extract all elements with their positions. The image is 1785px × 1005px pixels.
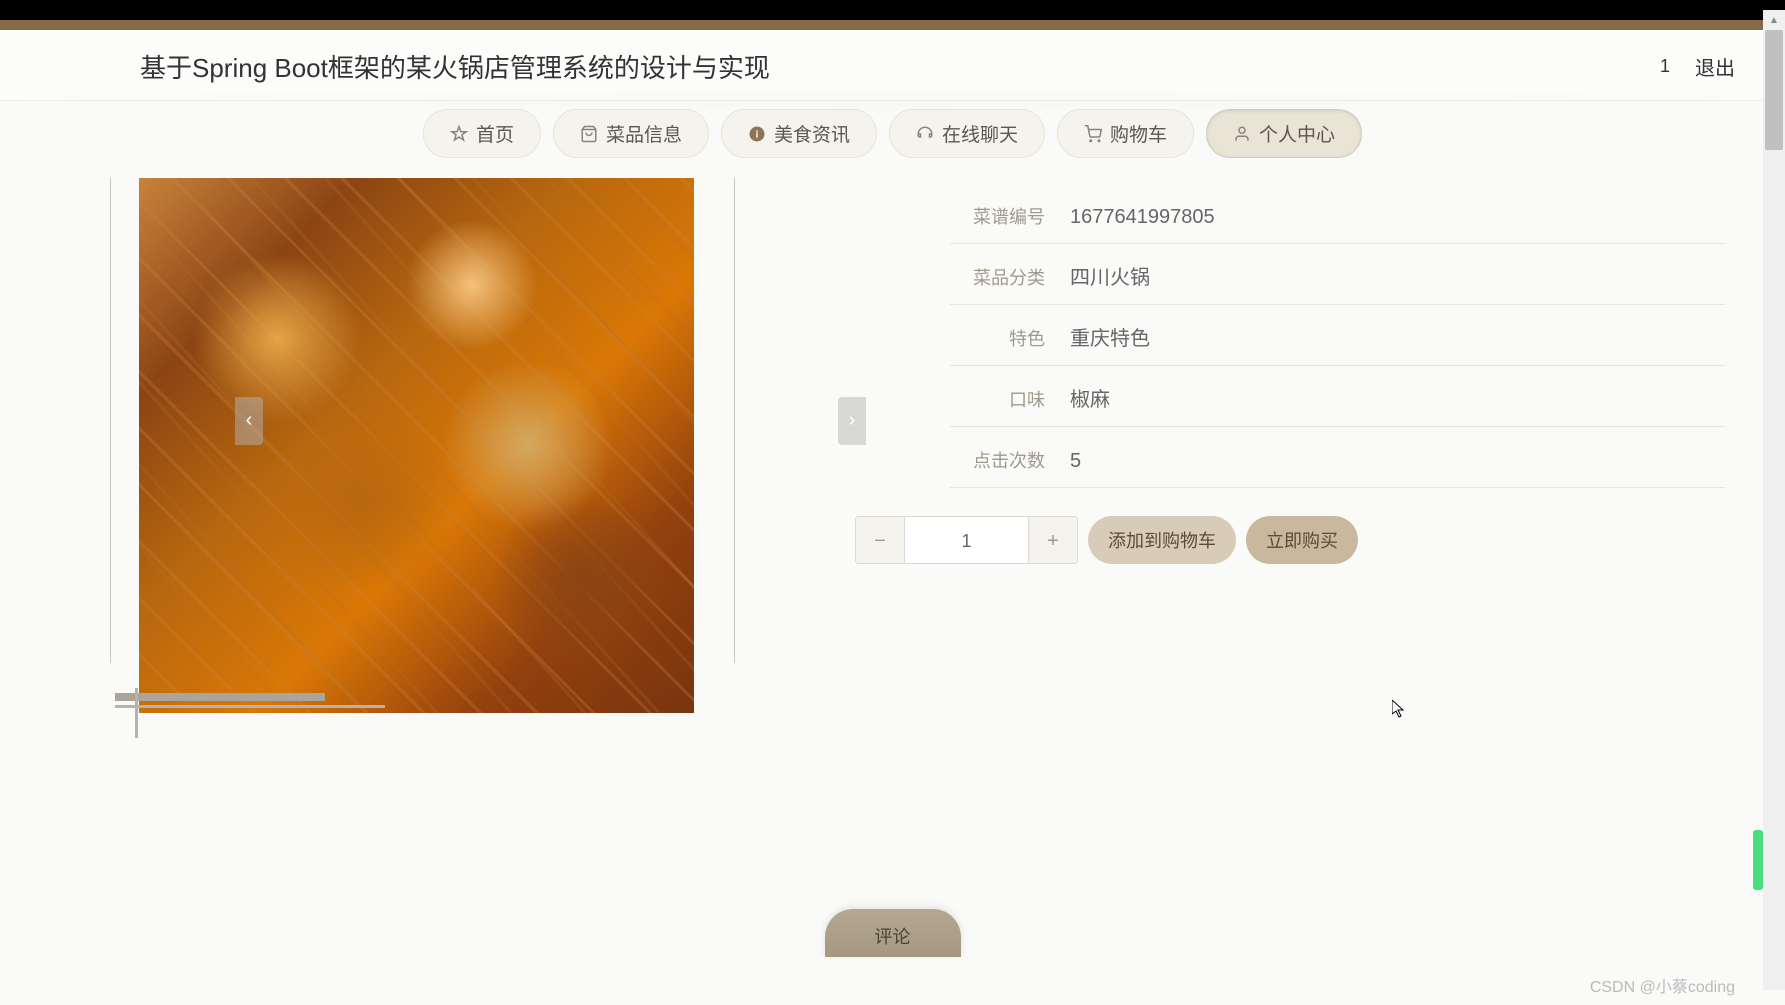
info-icon: [748, 125, 766, 143]
star-icon: [450, 125, 468, 143]
header: 基于Spring Boot框架的某火锅店管理系统的设计与实现 1 退出: [0, 30, 1785, 101]
buy-now-button[interactable]: 立即购买: [1246, 516, 1358, 564]
nav-label: 首页: [476, 120, 514, 147]
nav-label: 在线聊天: [942, 120, 1018, 147]
image-decoration: [115, 693, 455, 723]
chevron-left-icon: ‹: [246, 409, 253, 432]
add-to-cart-button[interactable]: 添加到购物车: [1088, 516, 1236, 564]
quantity-stepper: − +: [855, 516, 1078, 564]
scrollbar[interactable]: ▲: [1763, 30, 1785, 990]
page-title: 基于Spring Boot框架的某火锅店管理系统的设计与实现: [140, 48, 770, 85]
detail-row-clicks: 点击次数 5: [950, 427, 1725, 488]
scroll-up-arrow[interactable]: ▲: [1763, 10, 1785, 30]
plus-icon: +: [1047, 530, 1059, 553]
nav-dishes[interactable]: 菜品信息: [553, 109, 709, 158]
detail-label: 菜谱编号: [950, 197, 1045, 229]
image-section: ‹ ›: [110, 178, 760, 663]
nav-home[interactable]: 首页: [423, 109, 541, 158]
content: ‹ › 菜谱编号 1677641997805 菜品分类 四川火锅 特色 重庆特色…: [0, 158, 1785, 663]
nav-label: 个人中心: [1259, 120, 1335, 147]
detail-row-category: 菜品分类 四川火锅: [950, 244, 1725, 305]
detail-label: 口味: [950, 380, 1045, 412]
carousel-next[interactable]: ›: [838, 397, 866, 445]
nav-cart[interactable]: 购物车: [1057, 109, 1194, 158]
nav-news[interactable]: 美食资讯: [721, 109, 877, 158]
user-icon: [1233, 125, 1251, 143]
image-frame: [110, 178, 735, 663]
actions-row: − + 添加到购物车 立即购买: [855, 516, 1725, 564]
detail-value: 重庆特色: [1045, 322, 1150, 351]
top-black-bar: [0, 0, 1785, 20]
detail-value: 5: [1045, 450, 1081, 473]
main-nav: 首页 菜品信息 美食资讯 在线聊天 购物车 个人中心: [0, 101, 1785, 158]
headset-icon: [916, 125, 934, 143]
detail-row-recipe-id: 菜谱编号 1677641997805: [950, 183, 1725, 244]
nav-label: 美食资讯: [774, 120, 850, 147]
cart-icon: [1084, 125, 1102, 143]
nav-profile[interactable]: 个人中心: [1206, 109, 1362, 158]
user-count: 1: [1660, 56, 1670, 77]
food-image: [139, 178, 694, 713]
scrollbar-thumb[interactable]: [1765, 30, 1783, 150]
nav-chat[interactable]: 在线聊天: [889, 109, 1045, 158]
qty-input[interactable]: [904, 517, 1029, 564]
qty-increase[interactable]: +: [1029, 517, 1077, 564]
detail-label: 菜品分类: [950, 258, 1045, 290]
chevron-right-icon: ›: [849, 409, 856, 432]
detail-value: 四川火锅: [1045, 261, 1150, 290]
minus-icon: −: [874, 530, 886, 553]
green-indicator: [1753, 830, 1763, 890]
detail-value: 1677641997805: [1045, 206, 1215, 229]
detail-label: 特色: [950, 319, 1045, 351]
header-right: 1 退出: [1660, 52, 1735, 81]
detail-row-taste: 口味 椒麻: [950, 366, 1725, 427]
qty-decrease[interactable]: −: [856, 517, 904, 564]
cursor-icon: [1392, 700, 1408, 720]
logout-link[interactable]: 退出: [1695, 52, 1735, 81]
nav-label: 购物车: [1110, 120, 1167, 147]
watermark: CSDN @小蔡coding: [1590, 973, 1735, 997]
comment-tab[interactable]: 评论: [825, 909, 961, 957]
top-gold-bar: [0, 20, 1785, 30]
detail-value: 椒麻: [1045, 383, 1110, 412]
nav-label: 菜品信息: [606, 120, 682, 147]
bag-icon: [580, 125, 598, 143]
detail-row-feature: 特色 重庆特色: [950, 305, 1725, 366]
carousel-prev[interactable]: ‹: [235, 397, 263, 445]
details-section: 菜谱编号 1677641997805 菜品分类 四川火锅 特色 重庆特色 口味 …: [760, 178, 1725, 663]
detail-label: 点击次数: [950, 441, 1045, 473]
